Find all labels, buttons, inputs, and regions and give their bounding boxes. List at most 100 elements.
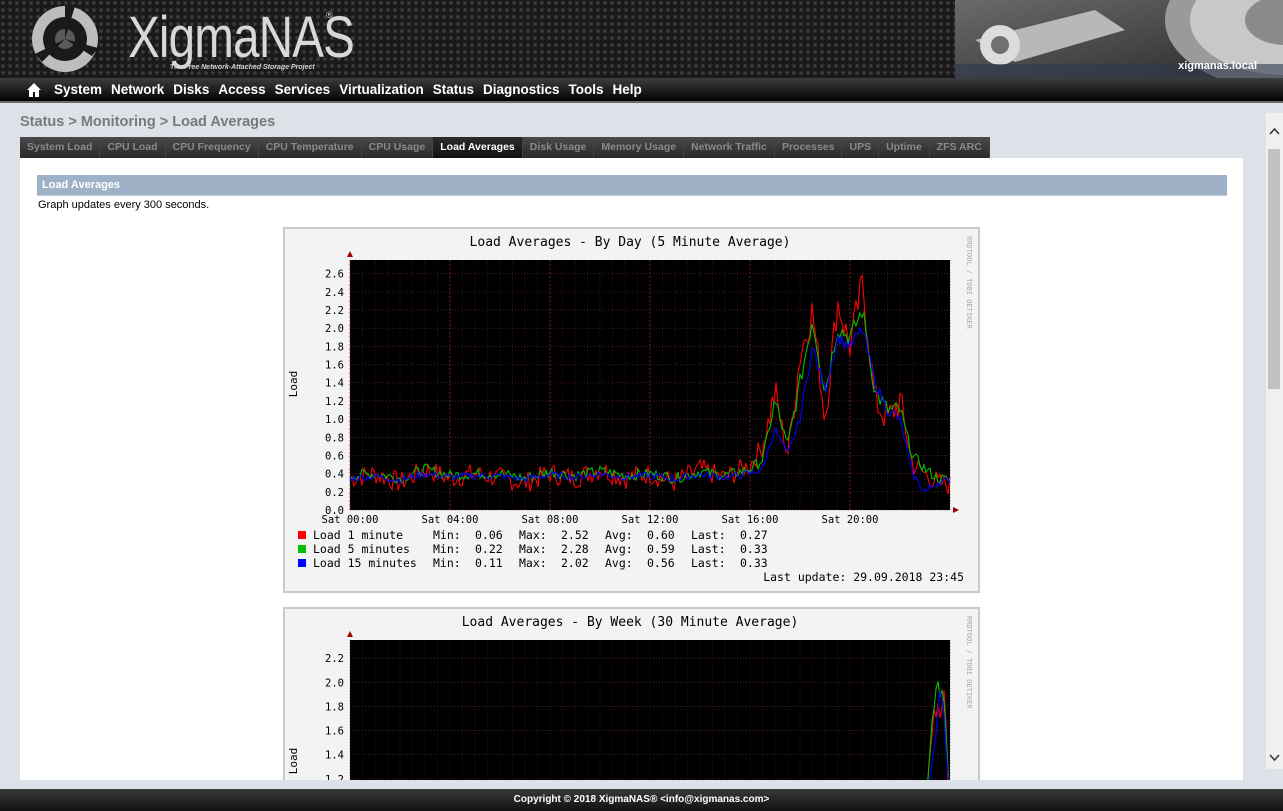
nav-services[interactable]: Services xyxy=(275,82,340,97)
y-tick-label: 0.6 xyxy=(325,450,344,462)
y-tick-label: 1.6 xyxy=(325,726,344,738)
y-axis-arrow-icon xyxy=(347,251,353,257)
tab-network-traffic[interactable]: Network Traffic xyxy=(684,137,775,158)
load-averages-day-graph: Load Averages - By Day (5 Minute Average… xyxy=(283,227,980,593)
logo-emblem-icon xyxy=(32,6,98,72)
legend-min-load-15: 0.11 xyxy=(475,556,503,570)
y-tick-label: 1.4 xyxy=(325,378,344,390)
tab-system-load[interactable]: System Load xyxy=(20,137,101,158)
legend-avg-label: Avg: xyxy=(605,556,633,570)
legend-max-load-5: 2.28 xyxy=(561,542,589,556)
tab-ups[interactable]: UPS xyxy=(842,137,880,158)
day-graph-svg: Load Averages - By Day (5 Minute Average… xyxy=(287,235,973,584)
legend-max-load-1: 2.52 xyxy=(561,528,589,542)
legend-label-load-5: Load 5 minutes xyxy=(313,542,410,556)
legend-min-label: Min: xyxy=(433,542,461,556)
y-tick-label: 2.0 xyxy=(325,323,344,335)
x-tick-label: Sat 08:00 xyxy=(522,514,579,526)
x-tick-label: Sat 04:00 xyxy=(422,514,479,526)
y-tick-label: 0.4 xyxy=(325,469,344,481)
xigmanas-logo[interactable]: XigmaNAS ® The Free Network-Attached Sto… xyxy=(30,2,355,76)
x-tick-label: Sat 16:00 xyxy=(722,514,779,526)
legend-avg-load-15: 0.56 xyxy=(647,556,675,570)
nav-access[interactable]: Access xyxy=(218,82,274,97)
week-graph-ylabel: Load xyxy=(287,748,300,775)
tab-cpu-frequency[interactable]: CPU Frequency xyxy=(165,137,259,158)
y-tick-label: 2.0 xyxy=(325,677,344,689)
legend-max-load-15: 2.02 xyxy=(561,556,589,570)
legend-min-label: Min: xyxy=(433,556,461,570)
nav-virtualization[interactable]: Virtualization xyxy=(339,82,433,97)
vertical-scrollbar[interactable] xyxy=(1266,113,1283,769)
nav-network[interactable]: Network xyxy=(111,82,173,97)
week-graph-watermark: RRDTOOL / TOBI OETIKER xyxy=(965,616,973,710)
y-tick-label: 2.2 xyxy=(325,305,344,317)
legend-max-label: Max: xyxy=(519,556,547,570)
logo-registered: ® xyxy=(326,10,333,20)
tab-disk-usage[interactable]: Disk Usage xyxy=(522,137,595,158)
week-y-ticks: 1.01.21.41.61.82.02.2 xyxy=(325,653,344,780)
scroll-up-icon[interactable] xyxy=(1266,123,1283,140)
legend-last-load-15: 0.33 xyxy=(740,556,768,570)
legend-last-load-5: 0.33 xyxy=(740,542,768,556)
nav-help[interactable]: Help xyxy=(613,82,651,97)
legend-swatch-load-5 xyxy=(298,545,306,553)
week-graph-title: Load Averages - By Week (30 Minute Avera… xyxy=(462,615,799,630)
y-tick-label: 2.4 xyxy=(325,287,344,299)
tab-uptime[interactable]: Uptime xyxy=(879,137,930,158)
day-graph-title: Load Averages - By Day (5 Minute Average… xyxy=(470,235,791,250)
legend-swatch-load-15 xyxy=(298,559,306,567)
tab-cpu-usage[interactable]: CPU Usage xyxy=(361,137,434,158)
home-icon xyxy=(27,82,41,97)
legend-min-label: Min: xyxy=(433,528,461,542)
scrollbar-thumb[interactable] xyxy=(1268,149,1280,389)
tab-zfs-arc[interactable]: ZFS ARC xyxy=(929,137,990,158)
y-tick-label: 1.8 xyxy=(325,341,344,353)
week-graph-svg: Load Averages - By Week (30 Minute Avera… xyxy=(287,615,973,780)
logo-tagline: The Free Network-Attached Storage Projec… xyxy=(170,64,315,71)
update-note: Graph updates every 300 seconds. xyxy=(38,199,210,211)
y-tick-label: 1.8 xyxy=(325,701,344,713)
tab-memory-usage[interactable]: Memory Usage xyxy=(594,137,685,158)
legend-label-load-1: Load 1 minute xyxy=(313,528,403,542)
content-area: Load Averages Graph updates every 300 se… xyxy=(20,158,1243,780)
page-header: XigmaNAS ® The Free Network-Attached Sto… xyxy=(0,0,1283,78)
tab-cpu-load[interactable]: CPU Load xyxy=(100,137,166,158)
page-footer: Copyright © 2018 XigmaNAS® <info@xigmana… xyxy=(0,789,1283,811)
tab-cpu-temperature[interactable]: CPU Temperature xyxy=(258,137,362,158)
nav-home[interactable] xyxy=(26,81,54,97)
legend-avg-load-1: 0.60 xyxy=(647,528,675,542)
x-tick-label: Sat 12:00 xyxy=(622,514,679,526)
legend-min-load-1: 0.06 xyxy=(475,528,503,542)
nav-diagnostics[interactable]: Diagnostics xyxy=(483,82,569,97)
nav-status[interactable]: Status xyxy=(433,82,483,97)
logo-text: XigmaNAS xyxy=(128,5,355,70)
x-axis-arrow-icon xyxy=(953,507,959,513)
y-tick-label: 2.6 xyxy=(325,269,344,281)
tab-load-averages[interactable]: Load Averages xyxy=(433,137,523,158)
main-navigation: System Network Disks Access Services Vir… xyxy=(0,78,1283,103)
legend-last-label: Last: xyxy=(691,528,726,542)
legend-last-label: Last: xyxy=(691,542,726,556)
day-y-ticks: 0.00.20.40.60.81.01.21.41.61.82.02.22.42… xyxy=(325,269,344,517)
legend-last-label: Last: xyxy=(691,556,726,570)
x-tick-label: Sat 20:00 xyxy=(822,514,879,526)
scroll-down-icon[interactable] xyxy=(1266,749,1283,766)
nav-system[interactable]: System xyxy=(54,82,111,97)
tab-processes[interactable]: Processes xyxy=(774,137,843,158)
legend-avg-label: Avg: xyxy=(605,542,633,556)
legend-last-load-1: 0.27 xyxy=(740,528,768,542)
legend-min-load-5: 0.22 xyxy=(475,542,503,556)
y-tick-label: 0.8 xyxy=(325,432,344,444)
y-tick-label: 1.0 xyxy=(325,414,344,426)
day-legend: Load 1 minute Min: 0.06 Max: 2.52 Avg: 0… xyxy=(298,528,964,584)
breadcrumb: Status > Monitoring > Load Averages xyxy=(20,114,276,130)
nav-disks[interactable]: Disks xyxy=(173,82,218,97)
legend-avg-load-5: 0.59 xyxy=(647,542,675,556)
legend-max-label: Max: xyxy=(519,542,547,556)
section-title: Load Averages xyxy=(37,175,1227,196)
nav-tools[interactable]: Tools xyxy=(569,82,613,97)
y-axis-arrow-icon xyxy=(347,631,353,637)
day-graph-watermark: RRDTOOL / TOBI OETIKER xyxy=(965,236,973,330)
y-tick-label: 1.6 xyxy=(325,360,344,372)
